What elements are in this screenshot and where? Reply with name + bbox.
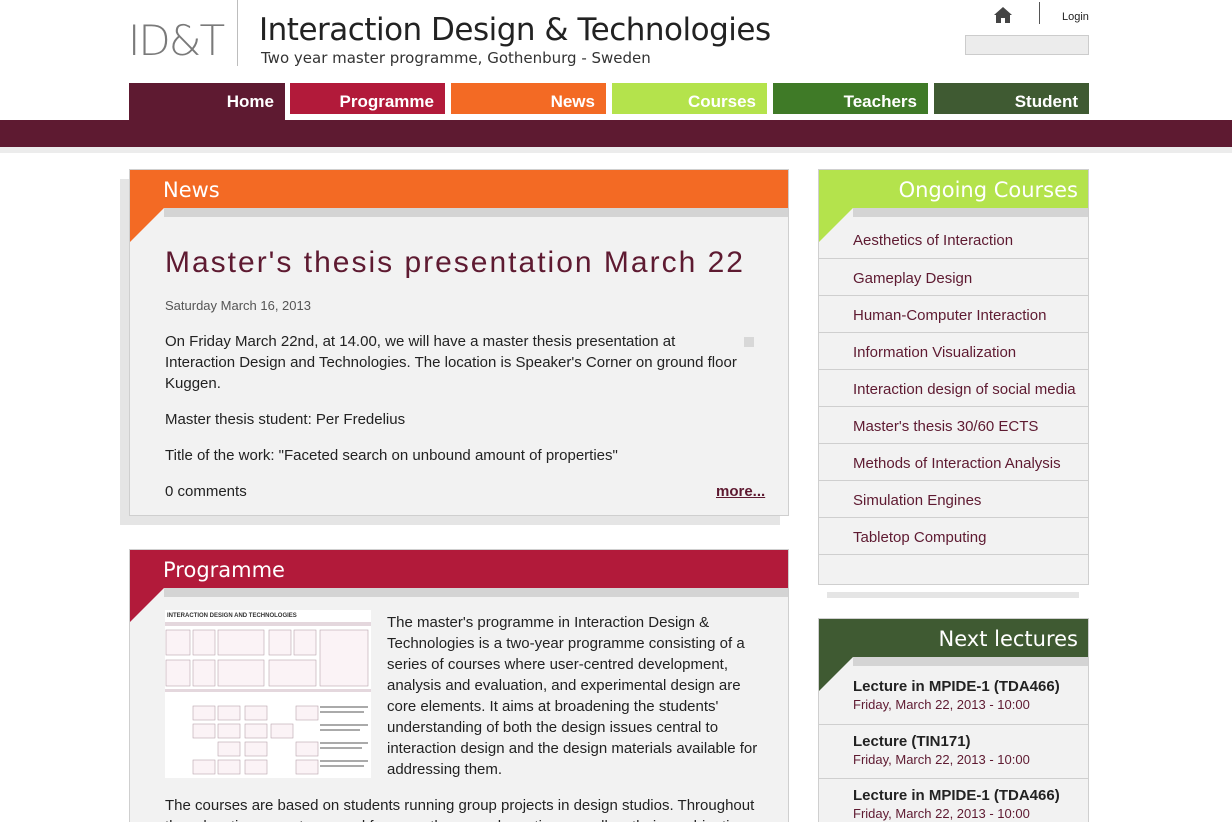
courses-panel-header: Ongoing Courses <box>819 170 1088 208</box>
news-comments[interactable]: 0 comments <box>165 481 365 502</box>
course-link[interactable]: Master's thesis 30/60 ECTS <box>819 406 1089 443</box>
logo[interactable]: ID&T <box>128 16 225 65</box>
logo-divider <box>237 0 238 66</box>
tab-courses[interactable]: Courses <box>612 83 767 114</box>
programme-diagram-title: INTERACTION DESIGN AND TECHNOLOGIES <box>167 613 297 619</box>
lecture-date: Friday, March 22, 2013 - 10:00 <box>853 806 1030 821</box>
tab-student[interactable]: Student <box>934 83 1089 114</box>
course-link[interactable]: Aesthetics of Interaction <box>819 221 1089 258</box>
tab-programme-label: Programme <box>339 92 434 111</box>
news-article-date: Saturday March 16, 2013 <box>165 298 311 313</box>
course-link[interactable]: Information Visualization <box>819 332 1089 369</box>
lecture-title: Lecture in MPIDE-1 (TDA466) <box>853 787 1060 804</box>
tab-teachers[interactable]: Teachers <box>773 83 928 114</box>
home-icon[interactable] <box>992 6 1014 24</box>
lecture-title: Lecture (TIN171) <box>853 733 971 750</box>
programme-panel-header: Programme <box>130 550 788 588</box>
news-panel: News Master's thesis presentation March … <box>129 169 789 516</box>
more-link[interactable]: more... <box>716 483 765 500</box>
course-link[interactable]: Gameplay Design <box>819 258 1089 295</box>
tab-courses-label: Courses <box>687 92 756 111</box>
lecture-date: Friday, March 22, 2013 - 10:00 <box>853 697 1030 712</box>
search-input[interactable] <box>965 35 1089 55</box>
news-article-title[interactable]: Master's thesis presentation March 22 <box>165 246 745 280</box>
courses-list-end <box>819 554 1089 585</box>
courses-panel: Ongoing Courses Aesthetics of Interactio… <box>818 169 1089 585</box>
news-panel-heading: News <box>163 178 220 202</box>
programme-diagram[interactable]: INTERACTION DESIGN AND TECHNOLOGIES <box>165 610 371 778</box>
lecture-title: Lecture in MPIDE-1 (TDA466) <box>853 678 1060 695</box>
tab-home[interactable]: Home <box>129 83 285 120</box>
lecture-item[interactable]: Lecture in MPIDE-1 (TDA466) Friday, Marc… <box>819 778 1089 822</box>
courses-panel-strip <box>853 208 1088 217</box>
courses-panel-heading: Ongoing Courses <box>898 178 1078 202</box>
lectures-panel-heading: Next lectures <box>938 627 1078 651</box>
tab-programme[interactable]: Programme <box>290 83 445 114</box>
programme-panel-heading: Programme <box>163 558 285 582</box>
tab-teachers-label: Teachers <box>843 92 917 111</box>
lectures-panel-header: Next lectures <box>819 619 1088 657</box>
news-paragraph: On Friday March 22nd, at 14.00, we will … <box>165 333 737 392</box>
login-link[interactable]: Login <box>1062 11 1089 23</box>
lecture-item[interactable]: Lecture in MPIDE-1 (TDA466) Friday, Marc… <box>819 670 1089 724</box>
news-paragraph: Title of the work: "Faceted search on un… <box>165 447 618 464</box>
lectures-panel: Next lectures Lecture in MPIDE-1 (TDA466… <box>818 618 1089 822</box>
news-panel-fold <box>130 208 164 242</box>
news-panel-strip <box>164 208 788 217</box>
lectures-panel-strip <box>853 657 1088 666</box>
course-link[interactable]: Simulation Engines <box>819 480 1089 517</box>
programme-paragraph: The courses are based on students runnin… <box>165 797 755 822</box>
programme-panel: Programme INTERACTION DESIGN AND TECHNOL… <box>129 549 789 822</box>
course-link[interactable]: Methods of Interaction Analysis <box>819 443 1089 480</box>
course-link[interactable]: Human-Computer Interaction <box>819 295 1089 332</box>
lecture-item[interactable]: Lecture (TIN171) Friday, March 22, 2013 … <box>819 724 1089 778</box>
courses-panel-shadow <box>827 592 1079 598</box>
nav-band <box>0 120 1232 147</box>
news-paragraph: Master thesis student: Per Fredelius <box>165 411 406 428</box>
tab-home-label: Home <box>226 92 274 111</box>
programme-paragraph: The master's programme in Interaction De… <box>387 614 758 778</box>
course-link[interactable]: Interaction design of social media <box>819 369 1089 406</box>
top-divider <box>1039 2 1040 24</box>
lecture-date: Friday, March 22, 2013 - 10:00 <box>853 752 1030 767</box>
tab-student-label: Student <box>1014 92 1078 111</box>
course-link[interactable]: Tabletop Computing <box>819 517 1089 554</box>
news-marker <box>744 337 754 347</box>
tab-news[interactable]: News <box>451 83 606 114</box>
news-panel-header: News <box>130 170 788 208</box>
page: ID&T Interaction Design & Technologies T… <box>0 0 1232 822</box>
site-title: Interaction Design & Technologies <box>259 12 771 48</box>
programme-panel-fold <box>130 588 164 622</box>
site-subtitle: Two year master programme, Gothenburg - … <box>261 49 651 67</box>
nav-band-line <box>0 147 1232 153</box>
tab-news-label: News <box>550 92 595 111</box>
programme-panel-strip <box>164 588 788 597</box>
